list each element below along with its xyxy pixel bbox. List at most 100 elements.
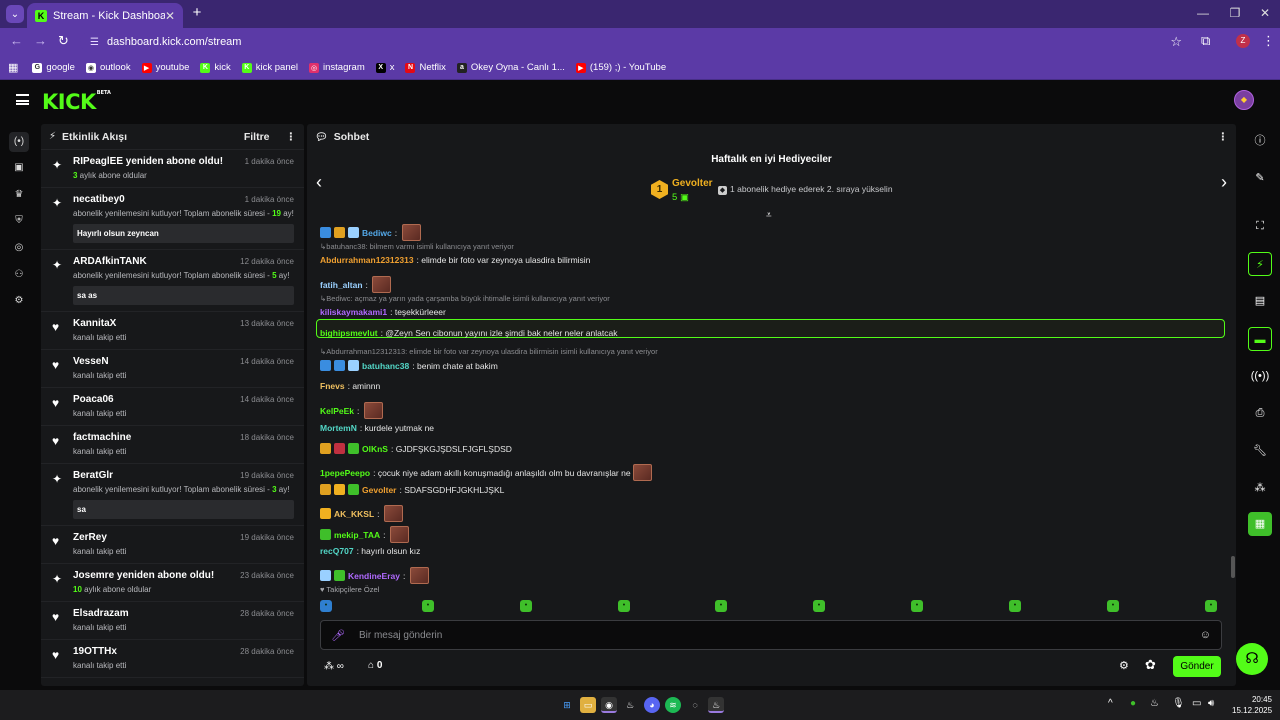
steam-app-icon[interactable]: ♨	[708, 697, 724, 713]
trophy-icon[interactable]: ♛	[9, 185, 29, 205]
connections-icon[interactable]: ⁂	[1248, 476, 1272, 500]
apps-icon[interactable]: ▦	[8, 61, 18, 74]
bookmark-item[interactable]: ▶ (159) ;) - YouTube	[575, 62, 666, 73]
bookmark-item[interactable]: Kkick panel	[241, 62, 298, 73]
emoji-picker-icon[interactable]: ☺	[1200, 629, 1211, 641]
back-icon[interactable]: ←	[10, 33, 23, 48]
emote-shortcut-icon[interactable]: •	[911, 600, 923, 612]
forward-icon[interactable]: →	[34, 33, 47, 48]
restore-icon[interactable]: ❐	[1226, 6, 1244, 20]
tray-display-icon[interactable]: ▭	[1192, 698, 1201, 709]
channel-points-button[interactable]: ⁂ ∞	[324, 661, 344, 672]
bookmark-item[interactable]: ◉ outlook	[85, 62, 131, 73]
tab-search-button[interactable]: ⌄	[6, 5, 24, 23]
activity-event[interactable]: ♥ 19OTTHx 28 dakika önce kanalı takip etti	[41, 640, 304, 678]
bookmark-star-icon[interactable]: ☆	[1170, 34, 1182, 50]
bot-icon[interactable]: ▦	[1248, 512, 1272, 536]
gift-sub-icon[interactable]: ✿	[1145, 657, 1156, 673]
chat-message[interactable]: recQ707: hayırlı olsun kız	[320, 546, 420, 556]
chat-message[interactable]: OlKnS: GJDFŞKGJŞDSLFJGFLŞDSD	[320, 443, 512, 454]
activity-event[interactable]: ♥ factmachine 18 dakika önce kanalı takip e…	[41, 426, 304, 464]
bookmark-item[interactable]: a Okey Oyna - Canlı 1...	[456, 62, 565, 73]
taskbar-clock[interactable]: 20:45 15.12.2025	[1232, 694, 1272, 716]
chat-settings-icon[interactable]: ⚙	[1119, 659, 1129, 672]
focus-icon[interactable]: ⛶	[1248, 214, 1272, 238]
info-icon[interactable]: ⓘ	[1248, 129, 1272, 153]
browser-tab[interactable]: K Stream - Kick Dashboard ✕	[27, 3, 183, 28]
kick-logo[interactable]: KICKBETA	[42, 90, 111, 114]
chat-username[interactable]: mekip_TAA	[334, 530, 380, 540]
chat-message[interactable]: bighipsmevlut: @Zeyn Sen cibonun yayını …	[320, 328, 617, 338]
chat-message[interactable]: MortemN: kurdele yutmak ne	[320, 423, 434, 433]
menu-icon[interactable]: ⋮	[1262, 33, 1275, 49]
activity-event[interactable]: ♥ Poaca06 14 dakika önce kanalı takip etti	[41, 388, 304, 426]
minimize-icon[interactable]: —	[1194, 6, 1212, 20]
chat-message[interactable]: Abdurrahman12312313: elimde bir foto var…	[320, 255, 590, 265]
chevron-right-icon[interactable]: ›	[1221, 172, 1227, 193]
chat-toggle-icon[interactable]: ▬	[1248, 327, 1272, 351]
close-tab-icon[interactable]: ✕	[165, 9, 175, 23]
broadcast-icon[interactable]: ((•))	[1248, 364, 1272, 388]
windows-start-icon[interactable]: ⊞	[559, 697, 575, 713]
chat-input[interactable]: 🎤︎ Bir mesaj gönderin ☺	[320, 620, 1222, 650]
emote-shortcut-icon[interactable]: •	[320, 600, 332, 612]
bookmark-item[interactable]: N Netflix	[405, 62, 446, 73]
chevron-left-icon[interactable]: ‹	[316, 172, 322, 193]
chat-options-icon[interactable]: ⋮	[1218, 131, 1229, 143]
bookmark-item[interactable]: ◎ instagram	[309, 62, 365, 73]
chat-username[interactable]: Bediwc	[362, 228, 392, 238]
chat-scrollbar[interactable]	[1231, 556, 1235, 578]
edit-icon[interactable]: ✎	[1248, 166, 1272, 190]
chat-message[interactable]: AK_KKSL:	[320, 505, 403, 522]
tray-chevron-icon[interactable]: ^	[1108, 698, 1113, 709]
bookmark-item[interactable]: Ggoogle	[32, 62, 75, 73]
chat-message[interactable]: Fnevs: aminnn	[320, 381, 380, 391]
emote-shortcut-icon[interactable]: •	[618, 600, 630, 612]
emote-shortcut-icon[interactable]: •	[1205, 600, 1217, 612]
filter-button[interactable]: Filtre	[244, 131, 270, 143]
chat-username[interactable]: kiliskaymakami1	[320, 307, 387, 317]
tray-steam-icon[interactable]: ♨	[1150, 698, 1159, 709]
emote-shortcut-icon[interactable]: •	[1107, 600, 1119, 612]
bookmark-item[interactable]: Kkick	[200, 62, 231, 73]
tray-mic-icon[interactable]: 🎙︎	[1172, 698, 1185, 709]
chat-message[interactable]: Gevolter: SDAFSGDHFJGKHLJŞKL	[320, 484, 504, 495]
emote-shortcut-icon[interactable]: •	[813, 600, 825, 612]
chat-username[interactable]: batuhanc38	[362, 361, 409, 371]
activity-toggle-icon[interactable]: ⚡	[1248, 252, 1272, 276]
activity-event[interactable]: ♥ Elsadrazam 28 dakika önce kanalı takip et…	[41, 602, 304, 640]
microphone-icon[interactable]: 🎤︎	[331, 629, 345, 642]
chat-message[interactable]: batuhanc38: benim chate at bakim	[320, 360, 498, 371]
settings-icon[interactable]: ⚙	[9, 291, 29, 311]
chat-username[interactable]: KendineEray	[348, 571, 400, 581]
activity-event[interactable]: ♥ KannitaX 13 dakika önce kanalı takip etti	[41, 312, 304, 350]
tray-volume-icon[interactable]: 🔊︎	[1208, 698, 1214, 709]
bookmark-item[interactable]: Xx	[375, 62, 394, 73]
chat-username[interactable]: KelPeEk	[320, 406, 354, 416]
tray-status-icon[interactable]: ●	[1130, 698, 1136, 709]
emote-shortcut-icon[interactable]: •	[1009, 600, 1021, 612]
emote-shortcut-icon[interactable]: •	[715, 600, 727, 612]
stream-icon[interactable]: (•)	[9, 132, 29, 152]
chat-username[interactable]: OlKnS	[362, 444, 388, 454]
emote-shortcut-icon[interactable]: •	[520, 600, 532, 612]
spotify-icon[interactable]: ≋	[665, 697, 681, 713]
reload-icon[interactable]: ↻	[58, 33, 69, 49]
chat-message[interactable]: mekip_TAA:	[320, 526, 409, 543]
library-icon[interactable]: ▣	[9, 158, 29, 178]
chat-username[interactable]: MortemN	[320, 423, 357, 433]
chat-message[interactable]: fatih_altan:	[320, 276, 392, 293]
community-icon[interactable]: ⛨	[9, 211, 29, 231]
activity-event[interactable]: ✦ BeratGlr 19 dakika önce abonelik yenileme…	[41, 464, 304, 526]
chat-message[interactable]: KendineEray:	[320, 567, 429, 584]
shop-button[interactable]: ⌂ 0	[368, 660, 382, 671]
address-bar[interactable]: ☰ dashboard.kick.com/stream ☆	[80, 31, 1190, 53]
top-gifter-name[interactable]: Gevolter	[672, 178, 713, 189]
discord-icon[interactable]: ◕	[644, 697, 660, 713]
chat-username[interactable]: 1pepePeepo	[320, 468, 370, 478]
extensions-icon[interactable]: ⧉	[1201, 33, 1210, 49]
chat-username[interactable]: bighipsmevlut	[320, 328, 378, 338]
activity-event[interactable]: ✦ necatibey0 1 dakika önce abonelik yenilem…	[41, 188, 304, 250]
send-button[interactable]: Gönder	[1173, 656, 1221, 677]
activity-event[interactable]: ✦ Josemre yeniden abone oldu! 23 dakika ön…	[41, 564, 304, 602]
